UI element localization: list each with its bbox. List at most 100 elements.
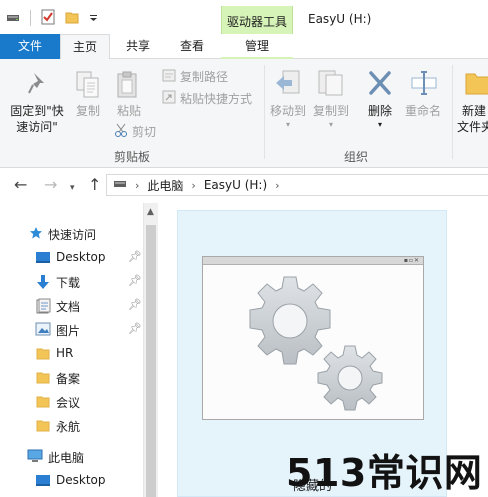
copy-path-label: 复制路径 [180, 70, 229, 84]
pin-quick-access-button[interactable]: 固定到"快 速访问" [4, 71, 70, 135]
address-bar[interactable]: › 此电脑 › EasyU (H:) › [106, 174, 488, 196]
drive-tools-label: 驱动器工具 [226, 15, 287, 29]
watermark-text: 513常识网 [286, 451, 483, 495]
tab-view[interactable]: 查看 [166, 34, 218, 59]
move-to-button[interactable]: 移动到 ▾ [268, 69, 308, 129]
ribbon-tabs: 文件 主页 共享 查看 管理 [0, 34, 488, 60]
nav-item-label: 下载 [56, 276, 81, 290]
thumbnail-window-controls-icon: ▪▫✕ [403, 257, 420, 264]
computer-icon [27, 449, 43, 463]
nav-item-label: 永航 [56, 420, 81, 434]
up-arrow-icon[interactable]: ↑ [88, 177, 101, 193]
folder-icon [36, 346, 52, 360]
nav-item-pictures[interactable]: 图片 📌︎ [0, 317, 143, 341]
copy-path-icon [162, 69, 176, 85]
pin-label-1: 固定到"快 [10, 104, 64, 118]
paste-shortcut-button[interactable]: 粘贴快捷方式 [162, 90, 252, 107]
copy-label: 复制 [75, 104, 100, 118]
nav-this-pc[interactable]: 此电脑 [0, 444, 143, 468]
back-arrow-icon[interactable]: ← [14, 177, 27, 193]
rename-button[interactable]: 重命名 [402, 69, 444, 119]
nav-this-pc-label: 此电脑 [48, 451, 85, 465]
pin-icon [26, 71, 50, 101]
copy-button[interactable]: 复制 [72, 71, 104, 121]
nav-item-desktop[interactable]: Desktop 📌︎ [0, 245, 143, 269]
cut-label: 剪切 [132, 125, 157, 139]
folder-icon [36, 370, 52, 384]
new-folder-label-1: 新建 [462, 104, 487, 118]
customize-toolbar-icon[interactable] [89, 11, 98, 25]
picture-icon [35, 322, 51, 336]
group-separator [264, 65, 265, 159]
folder-icon [36, 394, 52, 408]
nav-item-folder-hr[interactable]: HR [0, 341, 143, 365]
rename-icon [410, 69, 438, 101]
document-icon [35, 298, 51, 314]
tab-home[interactable]: 主页 [60, 34, 110, 60]
organize-group-label: 组织 [343, 150, 368, 164]
nav-item-documents[interactable]: 文档 📌︎ [0, 293, 143, 317]
nav-item-label: 图片 [56, 324, 81, 338]
nav-item-label: 备案 [56, 372, 81, 386]
move-to-dropdown-icon: ▾ [285, 120, 290, 129]
star-icon [29, 226, 45, 240]
breadcrumb-drive[interactable]: EasyU (H:) [204, 178, 267, 192]
pin-label-2: 速访问" [16, 120, 58, 134]
drive-icon [6, 11, 20, 26]
scrollbar-thumb[interactable] [146, 225, 156, 497]
nav-item-pc-desktop[interactable]: Desktop [0, 468, 143, 492]
scroll-up-icon[interactable]: ▲ [147, 207, 154, 217]
new-folder-button[interactable]: 新建 文件夹 [456, 69, 488, 139]
copy-to-dropdown-icon: ▾ [328, 120, 333, 129]
nav-quick-access[interactable]: 快速访问 [0, 221, 143, 245]
nav-item-label: Desktop [56, 250, 106, 264]
drive-icon [113, 178, 127, 192]
pin-icon[interactable]: 📌︎ [128, 298, 142, 311]
window-title: EasyU (H:) [308, 12, 372, 26]
paste-label: 粘贴 [116, 104, 141, 118]
delete-dropdown-icon: ▾ [377, 120, 382, 129]
nav-item-label: Desktop [56, 473, 106, 487]
copy-path-button[interactable]: 复制路径 [162, 68, 228, 85]
paste-icon [116, 71, 140, 103]
quick-access-toolbar [6, 9, 98, 27]
new-folder-icon[interactable] [65, 10, 79, 27]
forward-arrow-icon[interactable]: → [44, 177, 57, 193]
title-bar: 驱动器工具 EasyU (H:) [0, 0, 488, 34]
pin-icon[interactable]: 📌︎ [128, 322, 142, 335]
rename-label: 重命名 [404, 104, 441, 118]
new-folder-icon [464, 69, 488, 101]
navigation-scrollbar[interactable]: ▲ [143, 203, 158, 497]
paste-button[interactable]: 粘贴 [112, 71, 146, 121]
tab-file[interactable]: 文件 [0, 34, 60, 59]
breadcrumb-chevron-icon[interactable]: › [191, 179, 195, 192]
delete-x-icon [367, 69, 393, 101]
scissors-icon [114, 123, 128, 140]
copy-icon [76, 71, 100, 103]
nav-item-downloads[interactable]: 下载 📌︎ [0, 269, 143, 293]
nav-item-folder-huiyi[interactable]: 会议 [0, 389, 143, 413]
recent-locations-icon[interactable]: ▾ [70, 180, 75, 196]
nav-item-folder-yonghang[interactable]: 永航 [0, 413, 143, 437]
tab-manage[interactable]: 管理 [221, 34, 293, 59]
thumbnail-titlebar: ▪▫✕ [203, 257, 423, 265]
nav-item-folder-beian[interactable]: 备案 [0, 365, 143, 389]
properties-icon[interactable] [41, 9, 55, 28]
download-icon [35, 274, 51, 289]
copy-to-button[interactable]: 复制到 ▾ [310, 69, 352, 129]
new-folder-label-2: 文件夹 [457, 120, 488, 134]
breadcrumb-chevron-icon[interactable]: › [275, 179, 279, 192]
nav-item-label: HR [56, 346, 74, 360]
pin-icon[interactable]: 📌︎ [128, 274, 142, 287]
tab-share[interactable]: 共享 [112, 34, 164, 59]
delete-button[interactable]: 删除 ▾ [362, 69, 398, 129]
move-to-icon [274, 69, 302, 101]
clipboard-group-label: 剪贴板 [113, 150, 150, 164]
pin-icon[interactable]: 📌︎ [128, 250, 142, 263]
breadcrumb-this-pc[interactable]: 此电脑 [147, 177, 183, 194]
breadcrumb-chevron-icon[interactable]: › [135, 179, 139, 192]
application-thumbnail: ▪▫✕ [202, 256, 424, 420]
cut-button[interactable]: 剪切 [114, 123, 156, 140]
toolbar-separator [30, 10, 31, 26]
nav-quick-access-label: 快速访问 [48, 228, 97, 242]
